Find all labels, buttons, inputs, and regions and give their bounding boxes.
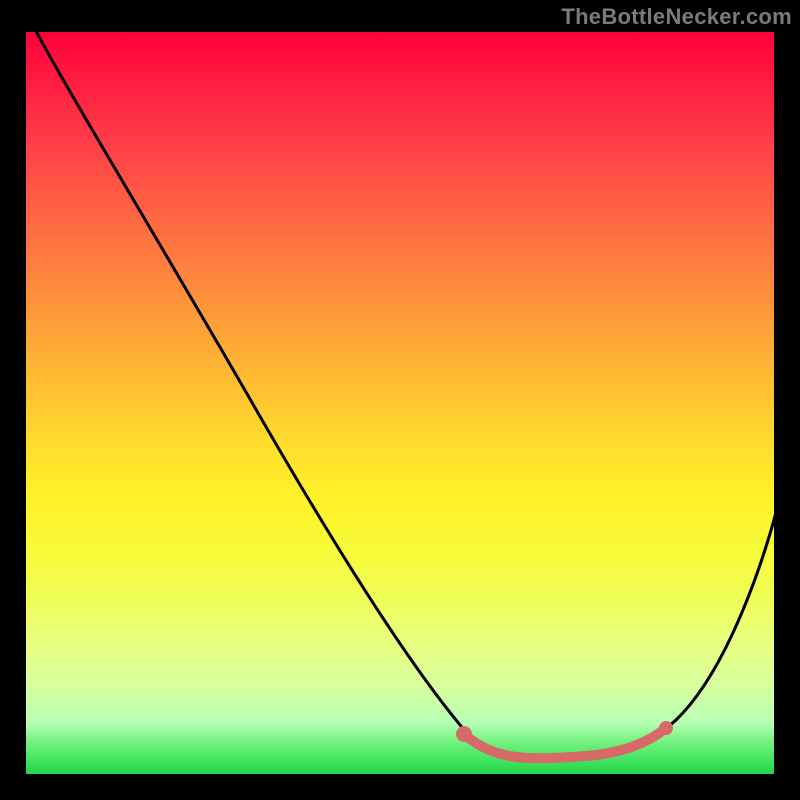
curve-svg	[26, 32, 774, 774]
bottleneck-curve	[26, 12, 786, 758]
valley-marker	[456, 721, 673, 758]
chart-root: TheBottleNecker.com	[0, 0, 800, 800]
attribution-text: TheBottleNecker.com	[561, 4, 792, 30]
plot-area	[26, 32, 774, 774]
